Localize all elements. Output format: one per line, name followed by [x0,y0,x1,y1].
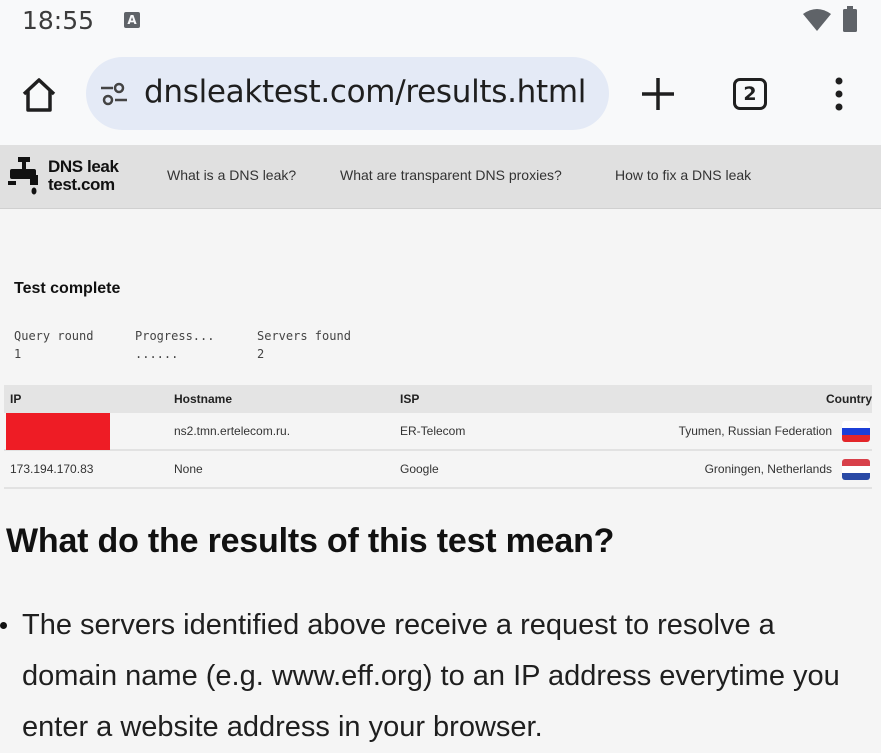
nav-transparent-dns-proxies[interactable]: What are transparent DNS proxies? [340,167,562,183]
plus-icon[interactable] [638,74,678,114]
stat-value: 1 [14,347,22,361]
address-bar[interactable]: dnsleaktest.com/results.html [86,57,609,130]
header-hostname: Hostname [174,392,233,406]
cell-hostname: None [174,462,203,476]
stat-label: Servers found [257,329,351,343]
table-row: 173.194.170.83 None Google Groningen, Ne… [4,451,872,489]
faucet-logo-icon [8,157,38,195]
cell-hostname: ns2.tmn.ertelecom.ru. [174,424,291,438]
section-heading: What do the results of this test mean? [6,522,615,560]
header-isp: ISP [400,392,420,406]
notification-icon: A [124,12,140,28]
cell-isp: ER-Telecom [400,424,466,438]
logo-text-line1: DNS leak [48,157,119,176]
bullet-marker [0,622,7,629]
redacted-ip-block [6,413,110,450]
site-settings-icon[interactable] [100,81,128,107]
table-row: ns2.tmn.ertelecom.ru. ER-Telecom Tyumen,… [4,413,872,451]
stat-query-round: Query round 1 [14,327,93,363]
home-icon[interactable] [18,74,60,116]
cell-country: Groningen, Netherlands [704,462,832,476]
bullet-paragraph: The servers identified above receive a r… [22,609,840,743]
web-page: DNS leak test.com What is a DNS leak? Wh… [0,145,881,753]
header-country: Country [826,392,872,406]
cell-ip: 173.194.170.83 [10,462,94,476]
stat-value: 2 [257,347,265,361]
stat-value: ...... [135,347,179,361]
browser-toolbar: dnsleaktest.com/results.html 2 [0,44,881,144]
russia-flag-icon [842,421,870,442]
logo-text-line2: test.com [48,175,115,194]
tabs-icon[interactable]: 2 [733,78,767,110]
status-time: 18:55 [22,6,95,35]
test-status: Test complete [14,280,121,297]
nav-how-to-fix[interactable]: How to fix a DNS leak [615,167,751,183]
table-header: IP Hostname ISP Country [4,385,872,413]
site-header: DNS leak test.com What is a DNS leak? Wh… [0,145,881,209]
stat-label: Progress... [135,329,215,343]
results-table: IP Hostname ISP Country ns2.tmn.erteleco… [4,385,872,489]
netherlands-flag-icon [842,459,870,480]
site-logo[interactable]: DNS leak test.com [8,157,138,197]
cell-isp: Google [400,462,439,476]
wifi-icon [803,9,831,31]
header-ip: IP [10,392,22,406]
stat-servers-found: Servers found 2 [257,327,351,363]
status-bar: 18:55 A [0,0,881,44]
stat-label: Query round [14,329,94,343]
battery-icon [843,6,857,32]
stat-progress: Progress... ...... [135,327,214,363]
nav-what-is-dns-leak[interactable]: What is a DNS leak? [167,167,296,183]
cell-country: Tyumen, Russian Federation [678,424,832,438]
more-vert-icon[interactable] [826,74,852,114]
url-text[interactable]: dnsleaktest.com/results.html [144,74,586,110]
